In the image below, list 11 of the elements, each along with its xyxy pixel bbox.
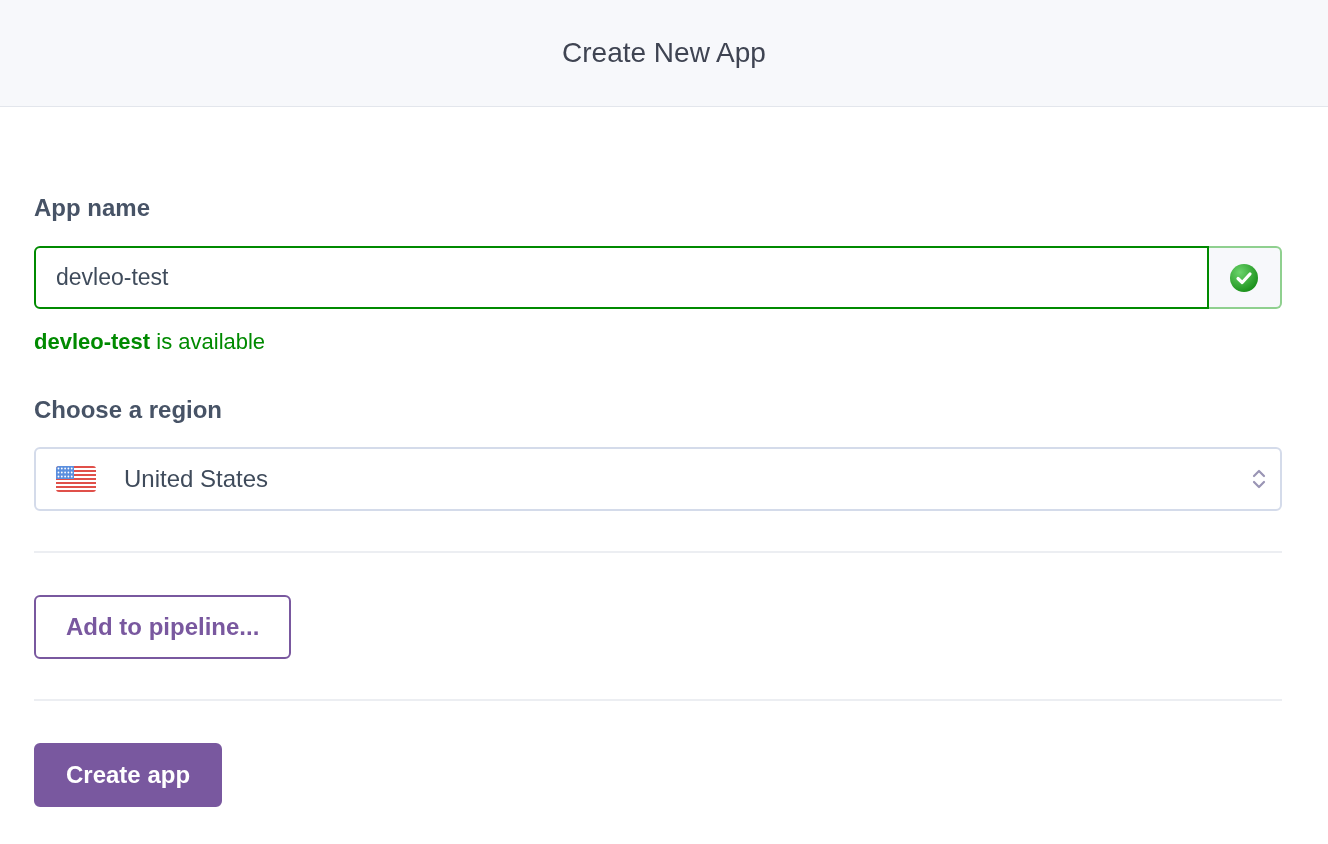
check-icon	[1230, 263, 1258, 292]
availability-message: devleo-test is available	[34, 329, 267, 355]
flag-icon	[56, 466, 96, 492]
region-select[interactable]: United States	[34, 447, 1282, 511]
chevron-icon	[1252, 469, 1266, 489]
app-name-field[interactable]: devleo-test	[34, 246, 1209, 309]
field-label: Choose a region	[34, 395, 224, 424]
page-title: Create New App	[562, 36, 766, 70]
create-button[interactable]: Create app	[34, 743, 223, 807]
field-label: App name	[34, 193, 151, 222]
pipeline-button[interactable]: Add to pipeline...	[34, 595, 292, 659]
